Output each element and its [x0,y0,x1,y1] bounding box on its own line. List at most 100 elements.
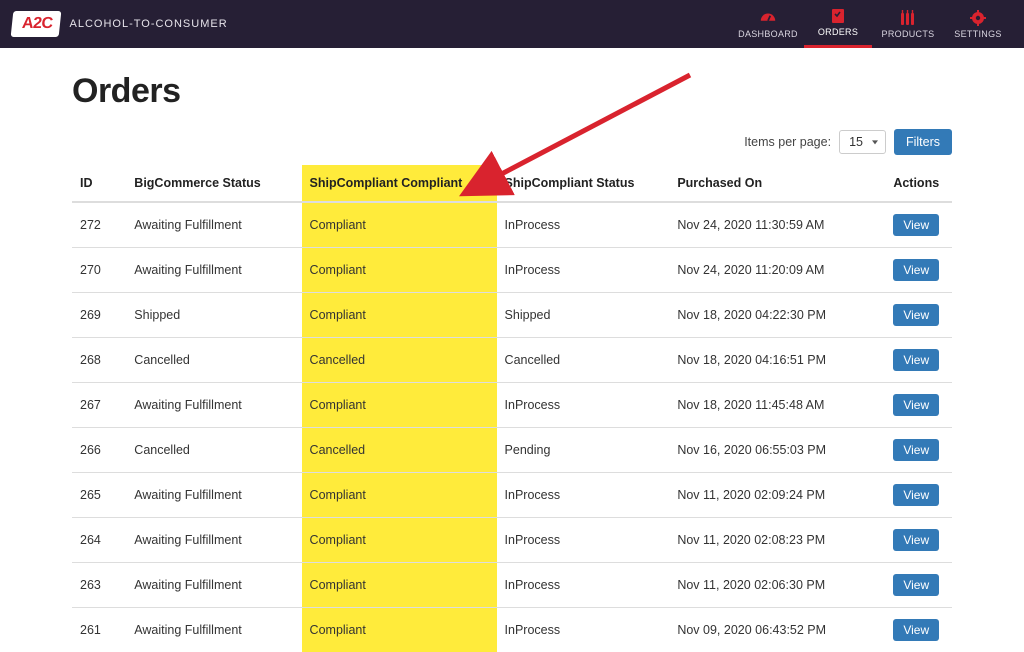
bottles-icon [899,10,917,26]
cell-actions: View [885,383,952,428]
cell-actions: View [885,608,952,652]
cell-sc-status: InProcess [497,518,670,563]
cell-purchased-on: Nov 24, 2020 11:30:59 AM [669,202,885,248]
cell-sc-status: InProcess [497,248,670,293]
page-title: Orders [72,72,952,111]
filters-button[interactable]: Filters [894,129,952,155]
cell-id: 263 [72,563,126,608]
table-row: 269ShippedCompliantShippedNov 18, 2020 0… [72,293,952,338]
nav-orders-label: ORDERS [818,27,858,37]
cell-sc-compliant: Compliant [302,518,497,563]
page-container: Orders Items per page: 15 Filters ID Big… [72,48,952,652]
brand-text: ALCOHOL-TO-CONSUMER [70,18,228,30]
cell-sc-compliant: Compliant [302,563,497,608]
cell-id: 261 [72,608,126,652]
view-button[interactable]: View [893,304,939,326]
cell-sc-compliant: Compliant [302,248,497,293]
cell-id: 268 [72,338,126,383]
cell-id: 265 [72,473,126,518]
cell-id: 267 [72,383,126,428]
cell-purchased-on: Nov 11, 2020 02:08:23 PM [669,518,885,563]
table-row: 266CancelledCancelledPendingNov 16, 2020… [72,428,952,473]
cell-purchased-on: Nov 16, 2020 06:55:03 PM [669,428,885,473]
nav-right: DASHBOARD ORDERS PRODUCTS SETTINGS [734,0,1012,48]
cell-sc-compliant: Compliant [302,473,497,518]
view-button[interactable]: View [893,484,939,506]
brand: A2C ALCOHOL-TO-CONSUMER [12,11,228,37]
cell-purchased-on: Nov 18, 2020 04:16:51 PM [669,338,885,383]
cell-bc-status: Awaiting Fulfillment [126,473,301,518]
cell-sc-status: Shipped [497,293,670,338]
cell-id: 272 [72,202,126,248]
cell-purchased-on: Nov 18, 2020 11:45:48 AM [669,383,885,428]
table-row: 264Awaiting FulfillmentCompliantInProces… [72,518,952,563]
cell-purchased-on: Nov 11, 2020 02:06:30 PM [669,563,885,608]
view-button[interactable]: View [893,394,939,416]
cell-sc-status: InProcess [497,563,670,608]
table-row: 272Awaiting FulfillmentCompliantInProces… [72,202,952,248]
nav-products-label: PRODUCTS [882,29,935,39]
nav-settings-label: SETTINGS [954,29,1001,39]
nav-orders[interactable]: ORDERS [804,0,872,48]
cell-sc-compliant: Compliant [302,608,497,652]
cell-purchased-on: Nov 24, 2020 11:20:09 AM [669,248,885,293]
cell-actions: View [885,202,952,248]
cell-sc-status: Cancelled [497,338,670,383]
cell-sc-status: InProcess [497,473,670,518]
col-sc-status: ShipCompliant Status [497,165,670,202]
cell-actions: View [885,428,952,473]
nav-dashboard[interactable]: DASHBOARD [734,0,802,48]
cell-actions: View [885,473,952,518]
cell-bc-status: Awaiting Fulfillment [126,608,301,652]
view-button[interactable]: View [893,619,939,641]
cell-actions: View [885,338,952,383]
view-button[interactable]: View [893,259,939,281]
cell-id: 269 [72,293,126,338]
view-button[interactable]: View [893,349,939,371]
table-row: 263Awaiting FulfillmentCompliantInProces… [72,563,952,608]
top-navbar: A2C ALCOHOL-TO-CONSUMER DASHBOARD ORDERS… [0,0,1024,48]
cell-purchased-on: Nov 11, 2020 02:09:24 PM [669,473,885,518]
table-header-row: ID BigCommerce Status ShipCompliant Comp… [72,165,952,202]
table-row: 267Awaiting FulfillmentCompliantInProces… [72,383,952,428]
cell-id: 266 [72,428,126,473]
cell-bc-status: Awaiting Fulfillment [126,518,301,563]
cell-id: 264 [72,518,126,563]
cell-sc-compliant: Cancelled [302,428,497,473]
view-button[interactable]: View [893,214,939,236]
cell-sc-status: InProcess [497,202,670,248]
cell-bc-status: Awaiting Fulfillment [126,202,301,248]
cell-purchased-on: Nov 18, 2020 04:22:30 PM [669,293,885,338]
cell-sc-compliant: Compliant [302,202,497,248]
items-per-page-value: 15 [849,135,863,149]
cell-bc-status: Awaiting Fulfillment [126,563,301,608]
col-id: ID [72,165,126,202]
gauge-icon [759,10,777,26]
brand-logo: A2C [11,11,61,37]
nav-products[interactable]: PRODUCTS [874,0,942,48]
cell-bc-status: Awaiting Fulfillment [126,383,301,428]
cell-actions: View [885,293,952,338]
nav-settings[interactable]: SETTINGS [944,0,1012,48]
cell-bc-status: Cancelled [126,428,301,473]
toolbar: Items per page: 15 Filters [72,129,952,155]
cell-sc-compliant: Cancelled [302,338,497,383]
cell-bc-status: Cancelled [126,338,301,383]
items-per-page-select[interactable]: 15 [839,130,886,154]
view-button[interactable]: View [893,574,939,596]
table-row: 270Awaiting FulfillmentCompliantInProces… [72,248,952,293]
cell-actions: View [885,563,952,608]
table-row: 261Awaiting FulfillmentCompliantInProces… [72,608,952,652]
items-per-page-label: Items per page: [744,135,831,149]
col-sc-compliant: ShipCompliant Compliant [302,165,497,202]
cell-id: 270 [72,248,126,293]
cell-actions: View [885,518,952,563]
nav-dashboard-label: DASHBOARD [738,29,798,39]
table-row: 268CancelledCancelledCancelledNov 18, 20… [72,338,952,383]
view-button[interactable]: View [893,529,939,551]
cell-sc-compliant: Compliant [302,293,497,338]
cell-actions: View [885,248,952,293]
view-button[interactable]: View [893,439,939,461]
col-bc-status: BigCommerce Status [126,165,301,202]
col-actions: Actions [885,165,952,202]
